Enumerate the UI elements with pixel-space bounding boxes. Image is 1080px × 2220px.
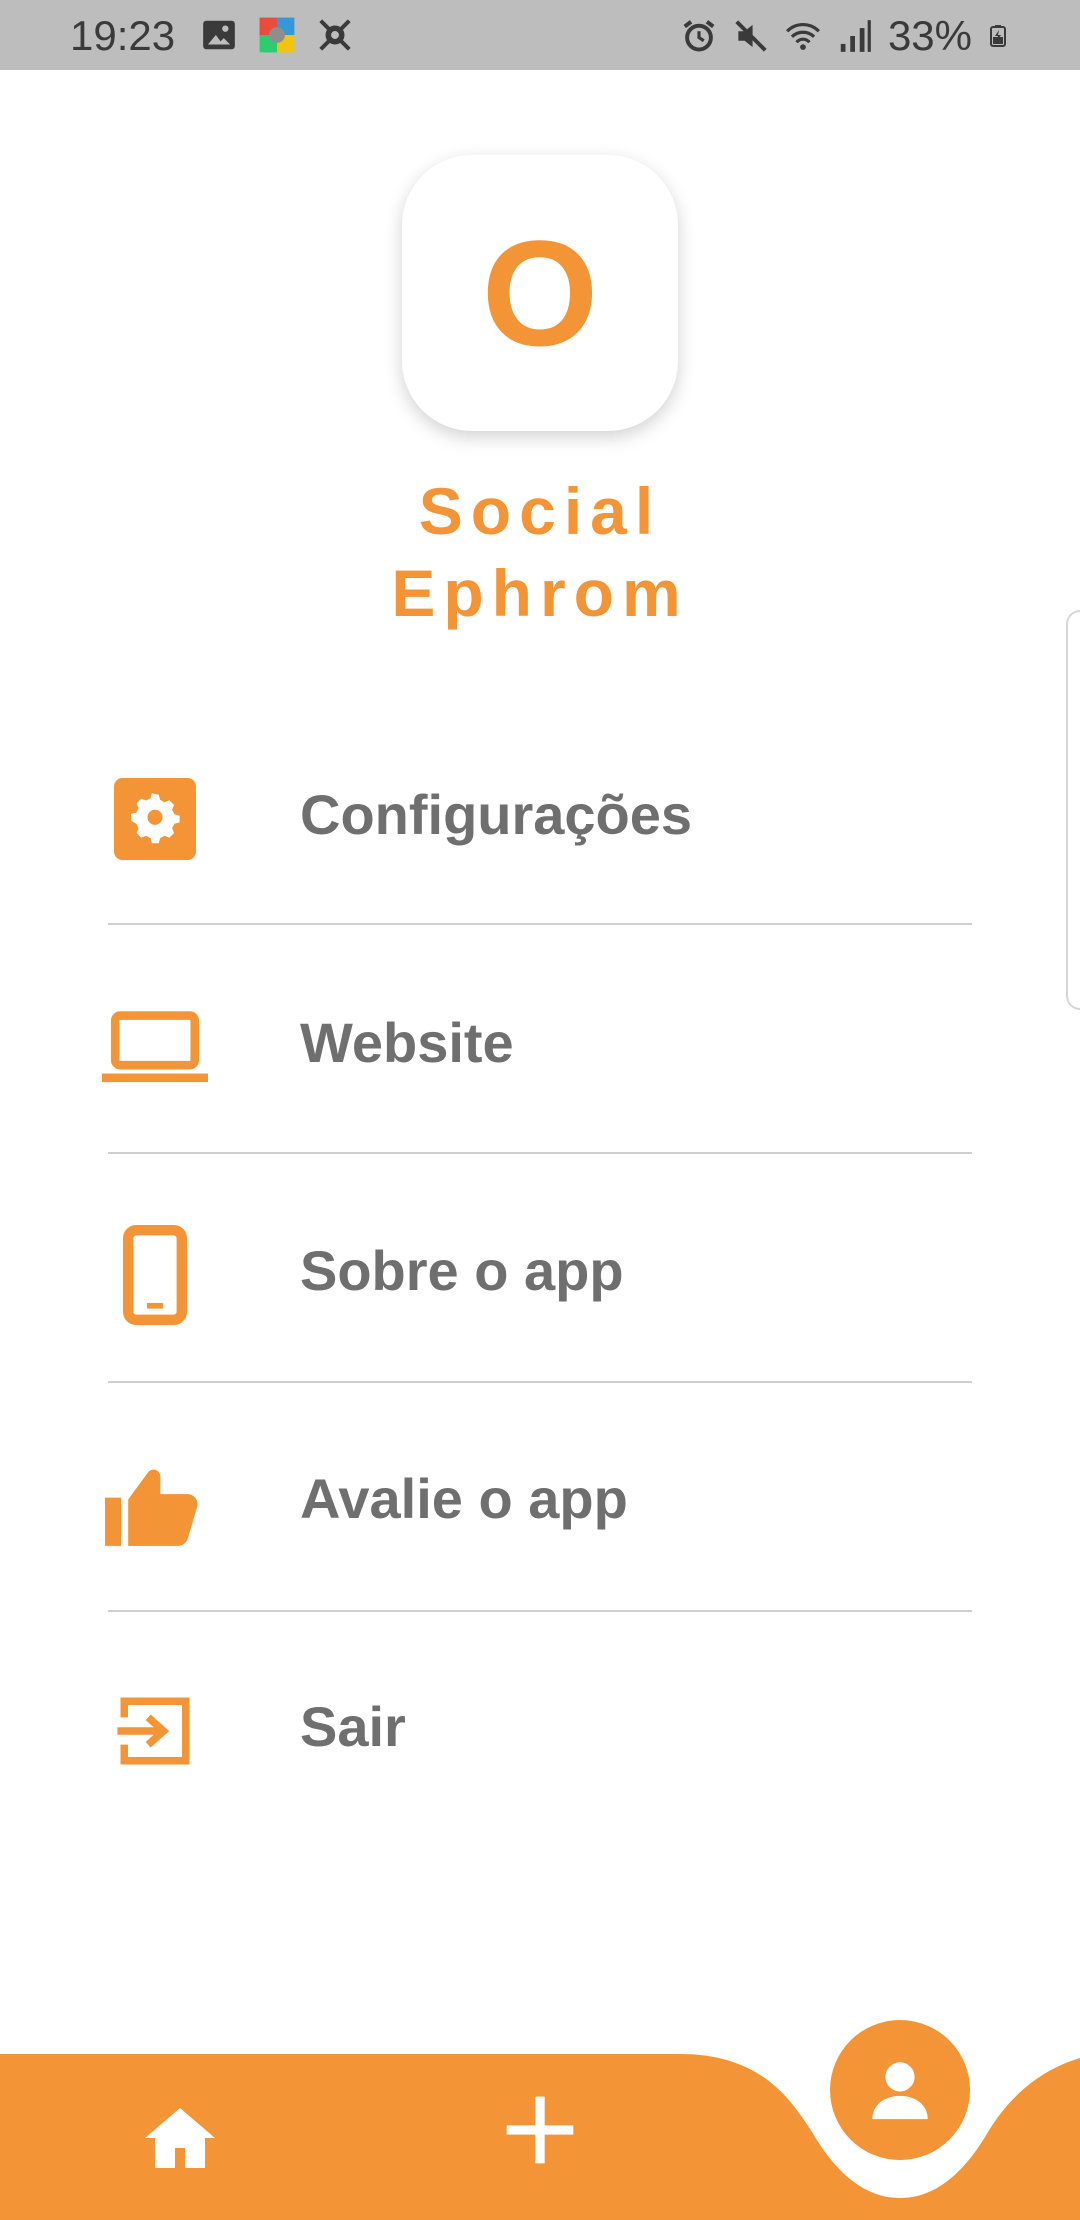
laptop-icon [100,992,210,1102]
mute-icon [735,20,767,52]
logo-letter: O [481,209,599,377]
system-icons: 33% [680,12,1010,60]
image-icon [203,20,235,50]
profile-button[interactable] [830,2020,970,2160]
wifi-icon [785,23,820,50]
app-name-line2: Ephrom [391,556,689,630]
menu-item-configuracoes[interactable]: Configurações [0,700,1080,928]
menu-item-sair[interactable]: Sair [0,1612,1080,1840]
menu-item-avalie[interactable]: Avalie o app [0,1384,1080,1612]
home-icon[interactable] [140,2098,220,2178]
menu-item-label: Sobre o app [300,1238,624,1302]
menu-item-label: Configurações [300,782,693,846]
app-name: Social Ephrom [0,470,1080,634]
alarm-icon [683,20,715,52]
status-bar: 19:23 33% [0,0,1080,70]
app-logo: O [402,155,678,431]
menu-item-label: Website [300,1010,514,1074]
notification-icons [200,16,354,54]
menu-item-sobre[interactable]: Sobre o app [0,1156,1080,1384]
battery-icon [990,25,1006,47]
divider [108,1381,972,1383]
exit-icon [100,1676,210,1786]
battery-percent: 33% [887,12,972,59]
signal-icon [840,20,871,52]
status-time: 19:23 [70,12,176,59]
gear-icon [100,764,210,874]
thumbs-up-icon [100,1448,210,1558]
profile-icon [872,2062,928,2120]
menu-item-website[interactable]: Website [0,928,1080,1156]
app-name-line1: Social [418,474,662,548]
bug-icon [319,19,351,51]
divider [108,1152,972,1154]
menu-item-label: Sair [300,1694,406,1758]
plus-icon[interactable] [500,2090,580,2170]
phone-icon [100,1220,210,1330]
menu-item-label: Avalie o app [300,1466,628,1530]
settings-menu: Configurações Website Sobre o app Avalie… [0,700,1080,1840]
app-colorful-icon [259,17,295,53]
divider [108,923,972,925]
